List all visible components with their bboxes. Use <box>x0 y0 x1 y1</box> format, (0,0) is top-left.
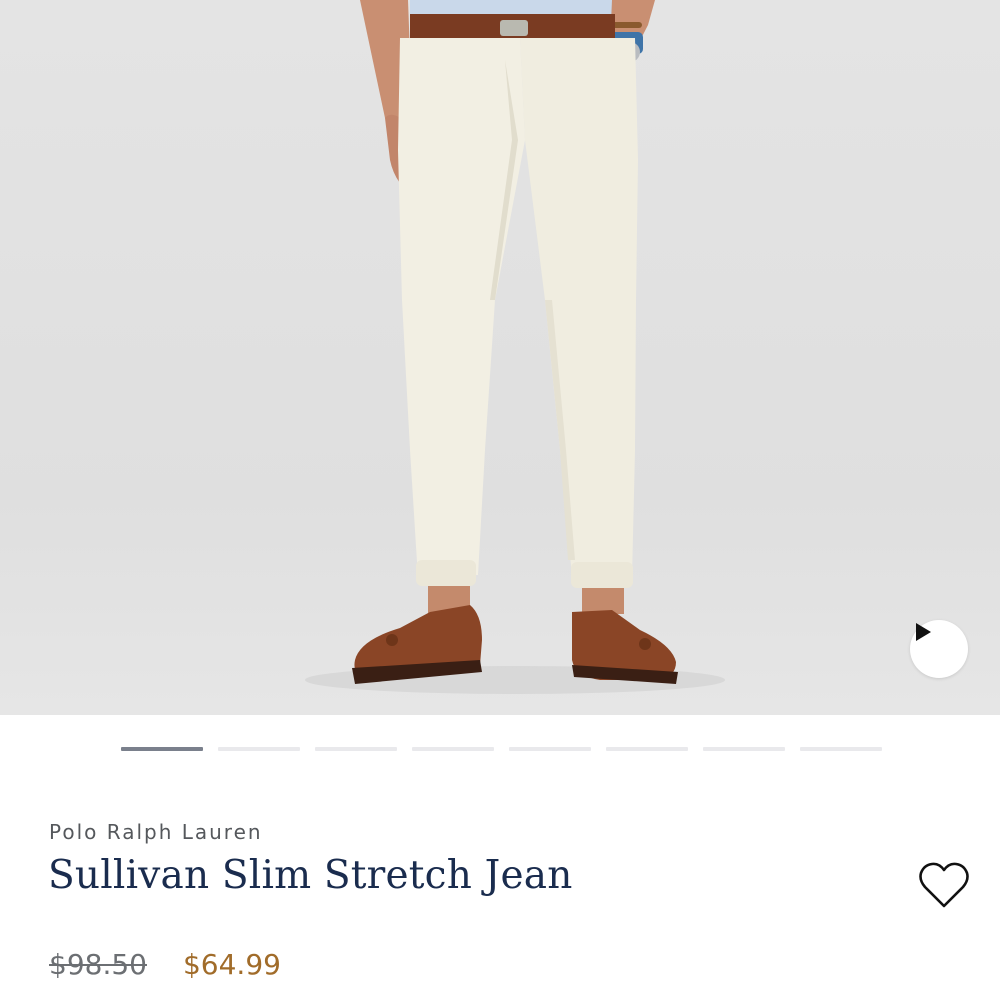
product-image[interactable] <box>0 0 1000 715</box>
image-carousel-indicators <box>121 747 882 751</box>
product-title: Sullivan Slim Stretch Jean <box>48 853 573 898</box>
product-detail-page: Polo Ralph Lauren Sullivan Slim Stretch … <box>0 0 1000 1000</box>
carousel-dot-7[interactable] <box>703 747 785 751</box>
carousel-dot-6[interactable] <box>606 747 688 751</box>
carousel-dot-2[interactable] <box>218 747 300 751</box>
model-photo <box>305 0 725 694</box>
brand-name[interactable]: Polo Ralph Lauren <box>49 820 263 844</box>
original-price: $98.50 <box>49 948 147 981</box>
carousel-dot-1[interactable] <box>121 747 203 751</box>
wishlist-button[interactable] <box>917 860 971 912</box>
heart-icon <box>919 862 969 908</box>
carousel-dot-5[interactable] <box>509 747 591 751</box>
carousel-dot-8[interactable] <box>800 747 882 751</box>
carousel-dot-4[interactable] <box>412 747 494 751</box>
price-block: $98.50 $64.99 <box>49 948 281 981</box>
carousel-dot-3[interactable] <box>315 747 397 751</box>
play-video-button[interactable] <box>910 620 968 678</box>
play-icon <box>916 623 931 641</box>
sale-price: $64.99 <box>182 948 281 981</box>
